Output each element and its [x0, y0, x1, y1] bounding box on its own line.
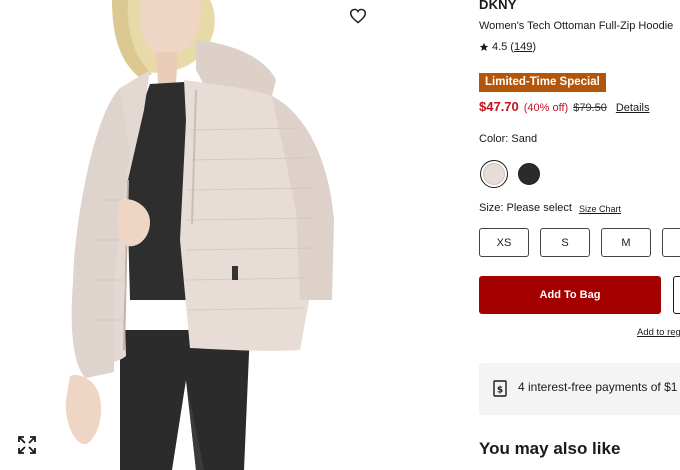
product-rating[interactable]: 4.5 (149) — [479, 41, 536, 53]
size-option-more[interactable] — [662, 228, 680, 257]
recommendations-heading: You may also like — [479, 439, 621, 458]
color-swatch-black[interactable] — [515, 160, 543, 188]
review-count[interactable]: 149 — [514, 41, 532, 53]
size-option-s[interactable]: S — [540, 228, 590, 257]
installment-text: 4 interest-free payments of $1 — [518, 380, 678, 394]
brand-name[interactable]: DKNY — [479, 0, 517, 12]
color-swatch-sand[interactable] — [480, 160, 508, 188]
sale-price: $47.70 — [479, 99, 519, 114]
review-count-wrapper[interactable]: (149) — [510, 41, 536, 53]
swatch-dot-sand — [483, 163, 505, 185]
add-to-bag-button[interactable]: Add To Bag — [479, 276, 661, 314]
rating-value: 4.5 — [492, 41, 508, 53]
promo-badge: Limited-Time Special — [479, 73, 606, 92]
product-info-panel: DKNY Women's Tech Ottoman Full-Zip Hoodi… — [479, 0, 680, 470]
discount-percent: (40% off) — [523, 102, 569, 114]
add-to-registry-link[interactable]: Add to reg — [637, 327, 680, 338]
product-image-gallery[interactable] — [0, 0, 455, 470]
svg-text:$: $ — [497, 386, 503, 396]
expand-icon — [18, 436, 36, 454]
original-price: $79.50 — [573, 102, 607, 114]
product-title: Women's Tech Ottoman Full-Zip Hoodie — [479, 20, 674, 32]
size-option-xs[interactable]: XS — [479, 228, 529, 257]
size-chart-link[interactable]: Size Chart — [579, 204, 621, 214]
size-label: Size: Please select — [479, 202, 572, 214]
price-details-link[interactable]: Details — [616, 102, 650, 114]
size-option-m[interactable]: M — [601, 228, 651, 257]
swatch-dot-black — [518, 163, 540, 185]
color-label: Color: Sand — [479, 133, 538, 145]
secondary-action-button[interactable] — [673, 276, 680, 314]
wishlist-button[interactable] — [346, 5, 370, 27]
dollar-tag-icon: $ — [493, 380, 507, 397]
product-photo — [65, 0, 334, 470]
heart-icon — [349, 8, 367, 24]
price-row: $47.70 (40% off) $79.50 Details — [479, 99, 649, 114]
expand-image-button[interactable] — [17, 435, 39, 457]
installment-payments-banner[interactable]: $ 4 interest-free payments of $1 — [479, 363, 680, 415]
star-icon — [479, 42, 489, 51]
